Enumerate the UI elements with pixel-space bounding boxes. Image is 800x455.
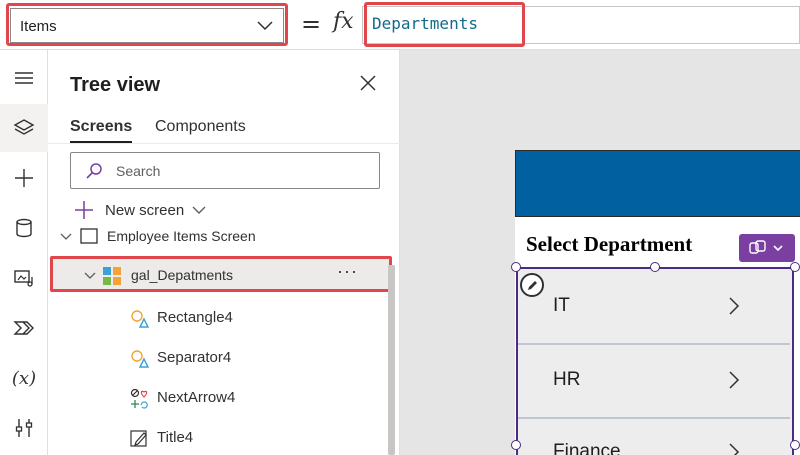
label-icon bbox=[130, 430, 147, 447]
close-icon[interactable] bbox=[359, 74, 377, 92]
tree-node-next-arrow[interactable]: NextArrow4 bbox=[48, 380, 388, 416]
variables-icon[interactable]: (x) bbox=[0, 354, 48, 402]
icons-icon bbox=[130, 388, 148, 409]
title-node-label: Title4 bbox=[157, 429, 194, 446]
rectangle-node-label: Rectangle4 bbox=[157, 309, 233, 326]
resize-handle[interactable] bbox=[511, 262, 521, 272]
selection-frame bbox=[516, 267, 794, 455]
chevron-down-icon bbox=[60, 233, 72, 240]
tree-node-rectangle[interactable]: Rectangle4 bbox=[48, 300, 388, 336]
layers-icon[interactable] bbox=[0, 104, 48, 152]
tree-scrollbar[interactable] bbox=[388, 265, 395, 455]
variables-glyph: (x) bbox=[11, 367, 37, 389]
tree-view-title: Tree view bbox=[70, 74, 161, 96]
resize-handle[interactable] bbox=[790, 440, 800, 450]
screen-title[interactable]: Select Department bbox=[526, 232, 692, 257]
design-canvas: Select Department IT HR Finance bbox=[400, 50, 800, 455]
tree-node-screen[interactable]: Employee Items Screen bbox=[48, 220, 388, 256]
shapes-icon bbox=[131, 350, 150, 368]
app-screen: Select Department IT HR Finance bbox=[511, 150, 800, 455]
highlight-box-gallery bbox=[50, 256, 392, 292]
next-arrow-node-label: NextArrow4 bbox=[157, 389, 236, 406]
plus-icon[interactable] bbox=[0, 154, 48, 202]
formula-bar: Items = fx Departments bbox=[0, 0, 800, 50]
copilot-button[interactable] bbox=[739, 234, 795, 262]
tree-node-separator[interactable]: Separator4 bbox=[48, 340, 388, 376]
chevron-down-icon bbox=[192, 206, 206, 214]
tab-screens[interactable]: Screens bbox=[70, 118, 132, 136]
screen-icon bbox=[80, 228, 98, 244]
highlight-box-property bbox=[6, 3, 288, 46]
search-placeholder: Search bbox=[116, 163, 161, 179]
highlight-box-formula bbox=[364, 2, 525, 47]
new-screen-label: New screen bbox=[105, 201, 185, 219]
tabs-divider bbox=[48, 143, 400, 144]
pencil-icon bbox=[527, 280, 537, 290]
power-automate-icon[interactable] bbox=[0, 304, 48, 352]
tools-icon[interactable] bbox=[0, 404, 48, 452]
resize-handle[interactable] bbox=[790, 262, 800, 272]
left-rail: (x) bbox=[0, 50, 48, 455]
header-rectangle[interactable] bbox=[515, 150, 800, 217]
resize-handle[interactable] bbox=[650, 262, 660, 272]
search-icon bbox=[86, 163, 102, 179]
edit-gallery-button[interactable] bbox=[520, 273, 544, 297]
separator-node-label: Separator4 bbox=[157, 349, 232, 366]
hamburger-icon[interactable] bbox=[0, 54, 48, 102]
plus-icon bbox=[75, 201, 93, 219]
tree-view-panel: Tree view Screens Components Search New … bbox=[48, 50, 400, 455]
fx-icon[interactable]: fx bbox=[333, 9, 354, 34]
database-icon[interactable] bbox=[0, 204, 48, 252]
copilot-icon bbox=[749, 240, 783, 254]
new-screen-button[interactable]: New screen bbox=[74, 200, 206, 220]
tab-components[interactable]: Components bbox=[155, 118, 246, 136]
search-input[interactable]: Search bbox=[70, 152, 380, 189]
screen-node-label: Employee Items Screen bbox=[107, 228, 256, 244]
shapes-icon bbox=[131, 310, 150, 328]
equals-sign: = bbox=[301, 10, 322, 38]
media-icon[interactable] bbox=[0, 254, 48, 302]
resize-handle[interactable] bbox=[511, 440, 521, 450]
tree-node-title[interactable]: Title4 bbox=[48, 420, 388, 455]
